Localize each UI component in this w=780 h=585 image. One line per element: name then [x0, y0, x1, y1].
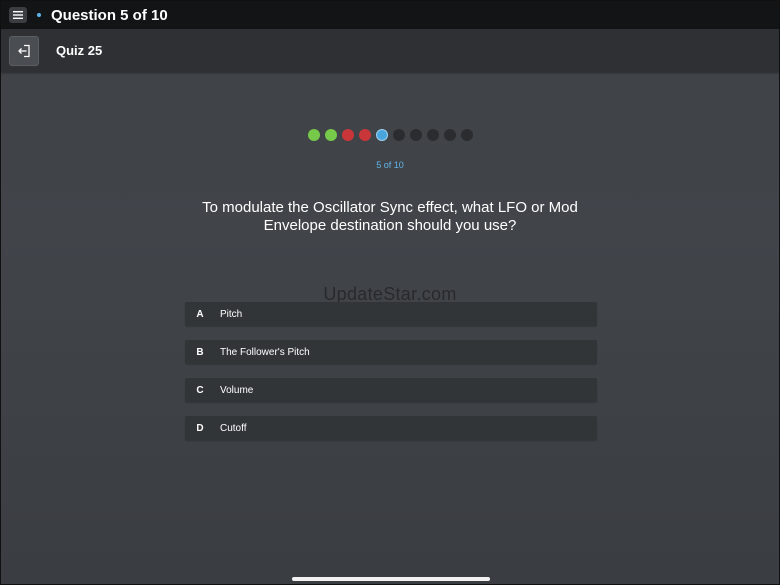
quiz-title: Quiz 25 — [56, 43, 103, 58]
progress-dot-1-correct — [307, 129, 320, 141]
app-window: Question 5 of 10 Quiz 25 5 of 10 To modu… — [0, 0, 780, 585]
exit-button[interactable] — [9, 35, 39, 66]
answer-letter: A — [196, 308, 204, 320]
answer-option-b[interactable]: B The Follower's Pitch — [185, 340, 597, 364]
answer-letter: D — [196, 422, 204, 434]
progress-dot-7-pending — [409, 129, 422, 141]
progress-dots — [1, 129, 779, 141]
progress-dot-10-pending — [460, 129, 473, 141]
answer-text: The Follower's Pitch — [220, 346, 310, 358]
answer-list: A Pitch B The Follower's Pitch C Volume … — [185, 302, 597, 454]
answer-option-c[interactable]: C Volume — [185, 378, 597, 402]
answer-option-d[interactable]: D Cutoff — [185, 416, 597, 440]
answer-option-a[interactable]: A Pitch — [185, 302, 597, 326]
answer-letter: C — [196, 384, 204, 396]
answer-text: Pitch — [220, 308, 243, 320]
answer-text: Cutoff — [220, 422, 247, 434]
page-title: Question 5 of 10 — [51, 6, 168, 24]
answer-letter: B — [196, 346, 204, 358]
progress-dot-5-current — [375, 129, 388, 141]
menu-button[interactable] — [9, 7, 27, 23]
progress-dot-9-pending — [443, 129, 456, 141]
progress-dot-8-pending — [426, 129, 439, 141]
progress-dot-6-pending — [392, 129, 405, 141]
status-dot — [37, 13, 41, 17]
exit-icon — [18, 44, 30, 57]
progress-dot-3-wrong — [341, 129, 354, 141]
progress-dot-4-wrong — [358, 129, 371, 141]
progress-label: 5 of 10 — [376, 160, 404, 170]
hamburger-icon — [13, 11, 23, 19]
top-bar: Question 5 of 10 — [1, 1, 779, 29]
question-text: To modulate the Oscillator Sync effect, … — [202, 199, 578, 234]
home-indicator[interactable] — [292, 577, 490, 581]
progress-dot-2-correct — [324, 129, 337, 141]
answer-text: Volume — [220, 384, 254, 396]
quiz-header: Quiz 25 — [1, 29, 779, 72]
